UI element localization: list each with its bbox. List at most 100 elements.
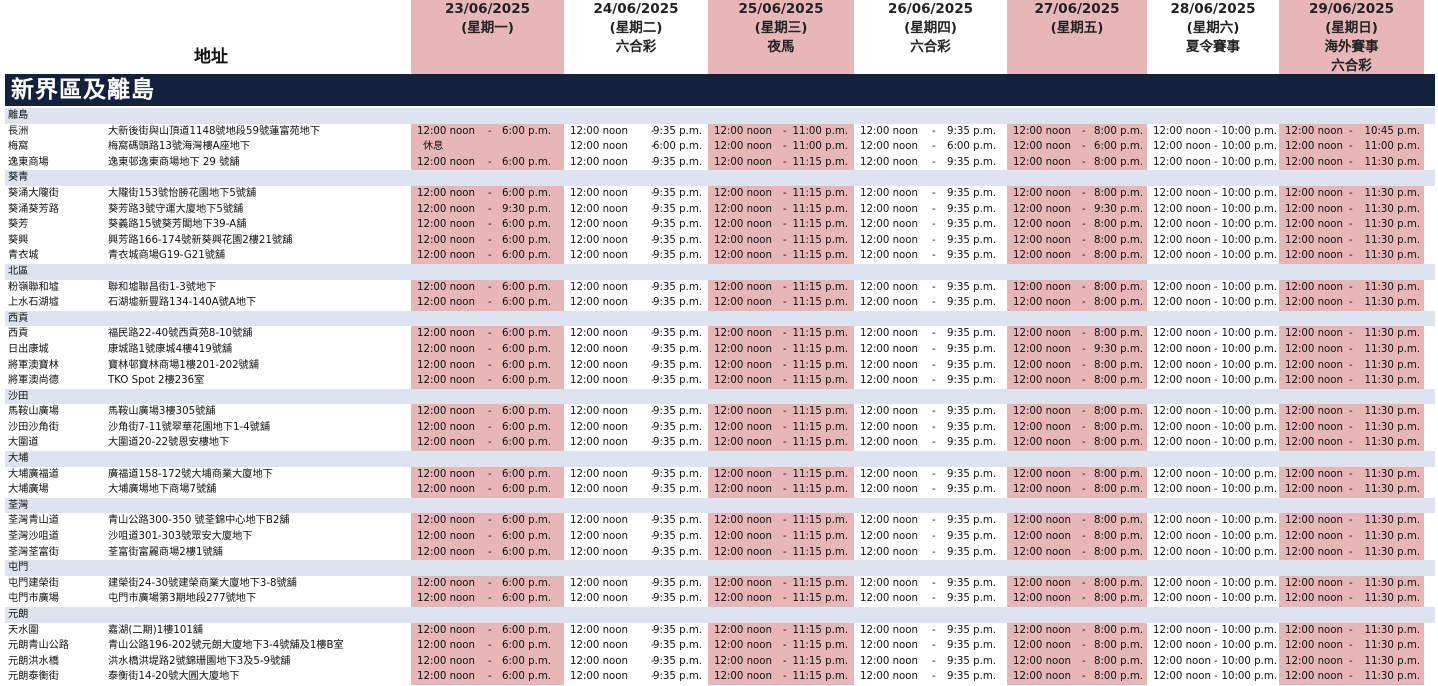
district-name: 離島 [8, 110, 29, 121]
day-date: 27/06/2025 [1034, 1, 1120, 17]
close-time: 8:00 p.m. [1094, 468, 1143, 480]
hours-cell: 12:00 noon -9:35 p.m. [564, 482, 708, 498]
close-time: 11:15 p.m. [792, 156, 848, 168]
close-time: 11:30 p.m. [1364, 484, 1420, 496]
table-row: 沙田沙角街 沙角街7-11號翠華花園地下1-4號舖 12:00 noon -6:00 … [5, 419, 1435, 436]
close-time: 9:35 p.m. [947, 343, 996, 355]
close-time: 11:15 p.m. [792, 203, 848, 215]
hours-cell: 12:00 noon -11:30 p.m. [1279, 248, 1424, 264]
close-time: 6:00 p.m. [502, 343, 551, 355]
district-row: 沙田 [5, 388, 1435, 405]
day-header: 26/06/2025 (星期四) 六合彩 [854, 0, 1007, 74]
close-time: 10:00 p.m. [1221, 359, 1277, 371]
shop-address: 葵義路15號葵芳閣地下39-A舖 [108, 219, 247, 231]
hours-cell: 12:00 noon -8:00 p.m. [1007, 248, 1147, 264]
hours-cell: 12:00 noon -10:00 p.m. [1147, 420, 1279, 436]
region-title: 新界區及離島 [5, 74, 1435, 106]
close-time: 8:00 p.m. [1094, 359, 1143, 371]
district-row: 西貢 [5, 310, 1435, 327]
hours-cell: 12:00 noon -10:00 p.m. [1147, 638, 1279, 654]
hours-cell: 12:00 noon -10:00 p.m. [1147, 373, 1279, 389]
hours-cell: 12:00 noon -8:00 p.m. [1007, 123, 1147, 140]
hours-cell: 12:00 noon -10:00 p.m. [1147, 529, 1279, 545]
close-time: 8:00 p.m. [1094, 297, 1143, 309]
shop-name: 葵涌大隴街 [8, 187, 59, 199]
hours-cell: 12:00 noon -6:00 p.m. [411, 279, 564, 296]
day-weekday: (星期四) [904, 20, 957, 36]
hours-cell: 12:00 noon -11:30 p.m. [1279, 217, 1424, 233]
shop-address: 嘉湖(二期)1樓101舖 [108, 624, 203, 636]
shop-address: 大隴街153號怡勝花園地下5號舖 [108, 187, 257, 199]
shop-name: 粉嶺聯和墟 [8, 281, 59, 293]
close-time: 9:35 p.m. [653, 125, 702, 137]
hours-cell: 12:00 noon -9:35 p.m. [564, 295, 708, 311]
day-header: 24/06/2025 (星期二) 六合彩 [564, 0, 708, 74]
day-date: 23/06/2025 [444, 1, 530, 17]
hours-cell: 12:00 noon -8:00 p.m. [1007, 279, 1147, 296]
hours-cell: 12:00 noon -10:00 p.m. [1147, 435, 1279, 451]
hours-cell: 12:00 noon -8:00 p.m. [1007, 638, 1147, 654]
district-name: 北區 [8, 265, 29, 277]
shop-address: 屯門市廣場第3期地段277號地下 [108, 593, 257, 605]
hours-cell: 12:00 noon -9:35 p.m. [854, 669, 1007, 685]
hours-cell: 12:00 noon -11:30 p.m. [1279, 357, 1424, 374]
hours-cell: 12:00 noon -11:30 p.m. [1279, 653, 1424, 670]
close-time: 6:00 p.m. [502, 640, 551, 652]
close-time: 9:35 p.m. [653, 515, 702, 527]
hours-cell: 12:00 noon -10:00 p.m. [1147, 155, 1279, 171]
closed-label: 休息 [423, 141, 444, 153]
hours-cell: 12:00 noon -6:00 p.m. [411, 326, 564, 342]
hours-cell: 12:00 noon -6:00 p.m. [411, 419, 564, 436]
close-time: 6:00 p.m. [502, 515, 551, 527]
close-time: 11:15 p.m. [792, 593, 848, 605]
close-time: 11:30 p.m. [1364, 640, 1420, 652]
hours-cell: 12:00 noon -11:15 p.m. [708, 669, 854, 685]
schedule-sheet: 地址 23/06/2025 (星期一) 24/06/2025 (星期二) 六合彩 25… [0, 0, 1438, 686]
close-time: 11:15 p.m. [792, 281, 848, 293]
close-time: 6:00 p.m. [653, 141, 702, 153]
hours-cell: 12:00 noon -11:30 p.m. [1279, 295, 1424, 311]
close-time: 9:35 p.m. [653, 343, 702, 355]
table-row: 長洲 大新後街與山頂道1148號地段59號蓮富苑地下 12:00 noon -6:00… [5, 123, 1435, 140]
close-time: 9:30 p.m. [1094, 343, 1143, 355]
day-date: 24/06/2025 [593, 1, 679, 17]
close-time: 9:35 p.m. [947, 624, 996, 636]
close-time: 10:00 p.m. [1221, 421, 1277, 433]
table-row: 將軍澳尚德 TKO Spot 2樓236室 12:00 noon -6:00 p.m.… [5, 373, 1435, 389]
hours-cell: 12:00 noon -9:35 p.m. [854, 576, 1007, 592]
close-time: 9:35 p.m. [653, 328, 702, 340]
hours-cell: 12:00 noon -6:00 p.m. [564, 139, 708, 155]
close-time: 10:00 p.m. [1221, 328, 1277, 340]
close-time: 9:35 p.m. [653, 359, 702, 371]
close-time: 9:35 p.m. [653, 234, 702, 246]
hours-cell: 12:00 noon -11:30 p.m. [1279, 529, 1424, 545]
hours-cell: 12:00 noon -8:00 p.m. [1007, 404, 1147, 420]
close-time: 9:35 p.m. [947, 156, 996, 168]
hours-cell: 12:00 noon -11:30 p.m. [1279, 232, 1424, 249]
hours-cell: 12:00 noon -10:00 p.m. [1147, 217, 1279, 233]
hours-cell: 12:00 noon -9:35 p.m. [854, 186, 1007, 202]
hours-cell: 12:00 noon -11:30 p.m. [1279, 326, 1424, 342]
close-time: 9:35 p.m. [947, 187, 996, 199]
hours-cell: 12:00 noon -11:15 p.m. [708, 435, 854, 452]
close-time: 10:00 p.m. [1221, 281, 1277, 293]
hours-cell: 12:00 noon -10:00 p.m. [1147, 513, 1279, 529]
day-date: 25/06/2025 [738, 1, 824, 17]
hours-cell: 12:00 noon -9:35 p.m. [564, 217, 708, 233]
hours-cell: 12:00 noon -8:00 p.m. [1007, 669, 1147, 685]
close-time: 9:35 p.m. [947, 328, 996, 340]
close-time: 8:00 p.m. [1094, 234, 1143, 246]
close-time: 10:00 p.m. [1221, 437, 1277, 449]
hours-cell: 12:00 noon -9:35 p.m. [564, 638, 708, 654]
hours-cell: 12:00 noon -11:15 p.m. [708, 357, 854, 374]
hours-cell: 12:00 noon -6:00 p.m. [411, 373, 564, 389]
close-time: 8:00 p.m. [1094, 281, 1143, 293]
close-time: 10:00 p.m. [1221, 406, 1277, 418]
close-time: 9:35 p.m. [947, 219, 996, 231]
close-time: 10:00 p.m. [1221, 484, 1277, 496]
shop-address: 聯和墟聯昌街1-3號地下 [108, 281, 217, 293]
hours-cell: 12:00 noon -11:30 p.m. [1279, 419, 1424, 436]
close-time: 6:00 p.m. [502, 297, 551, 309]
day-header: 23/06/2025 (星期一) [411, 0, 564, 74]
close-time: 9:35 p.m. [653, 655, 702, 667]
